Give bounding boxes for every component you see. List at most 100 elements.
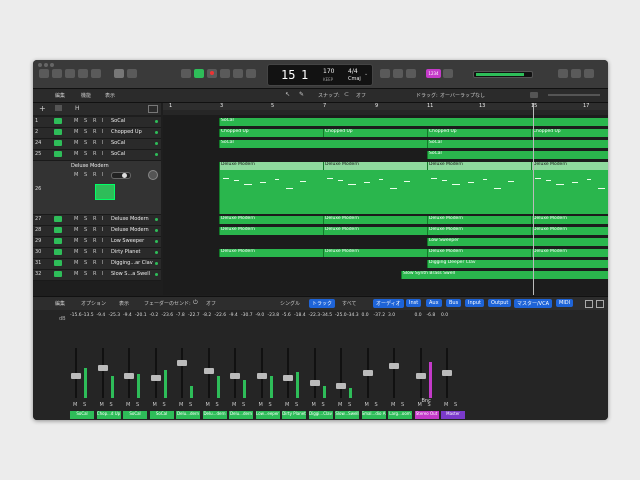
channel-strip[interactable]: -9.0 -23.8 M S Low...eeper (255, 310, 280, 420)
solo-button[interactable]: S (84, 227, 87, 233)
fader-track[interactable] (283, 348, 293, 398)
strip-solo-button[interactable]: S (163, 402, 166, 408)
fader-handle[interactable] (283, 375, 293, 381)
track-on-indicator[interactable] (155, 120, 158, 123)
fader-handle[interactable] (256, 372, 267, 379)
arrange-area[interactable]: SoCal Chopped Up Chopped Up Chopped Up C… (163, 115, 608, 295)
channel-name[interactable]: SoCal (149, 411, 174, 419)
channel-strip[interactable]: 0.0 -6.8 M S Stereo Out Bnc (414, 310, 439, 420)
mute-button[interactable]: M (74, 238, 78, 244)
pan-knob[interactable] (148, 170, 158, 180)
track-name[interactable]: SoCal (111, 118, 125, 124)
track-name[interactable]: Low Sweeper (111, 238, 144, 244)
region[interactable]: SoCal (219, 118, 608, 126)
track-header-selected[interactable]: Deluxe Modern 26 M S R I (33, 161, 161, 215)
fader-handle[interactable] (389, 362, 399, 369)
region[interactable]: Deluxe Modern (219, 216, 323, 224)
solo-button[interactable]: S (84, 118, 87, 124)
input-monitor-button[interactable]: I (102, 118, 103, 124)
snap-dropdown[interactable]: オフ (356, 92, 366, 99)
count-in-badge[interactable]: 1234 (426, 69, 441, 78)
channel-strip[interactable]: -0.2 -23.6 M S SoCal (149, 310, 174, 420)
solo-button[interactable]: S (84, 216, 87, 222)
input-monitor-button[interactable]: I (102, 260, 103, 266)
solo-button[interactable]: S (84, 271, 87, 277)
channel-strip[interactable]: -9.4 -20.1 M S SoCal (123, 310, 147, 420)
channel-strip[interactable]: 0.0 -37.2 M S Smal...dio A (361, 310, 386, 420)
filter-master-button[interactable]: マスター/VCA (514, 299, 553, 308)
fader-track[interactable] (71, 348, 81, 398)
channel-name[interactable]: Delu...dern (202, 411, 227, 419)
solo-button[interactable]: S (84, 172, 87, 178)
mixer-icon[interactable] (91, 69, 101, 78)
record-enable-button[interactable]: R (93, 151, 96, 157)
folder-icon[interactable] (55, 105, 62, 111)
strip-mute-button[interactable]: M (73, 402, 77, 408)
library-icon[interactable] (39, 69, 49, 78)
volume-slider[interactable] (111, 172, 131, 179)
zoom-dot[interactable] (50, 63, 54, 67)
strip-solo-button[interactable]: S (242, 402, 245, 408)
track-on-indicator[interactable] (155, 251, 158, 254)
browser-icon[interactable] (584, 69, 594, 78)
channel-strip[interactable]: 3.0 M S Larg...oom (388, 310, 412, 420)
region[interactable]: Chopped Up (427, 129, 531, 137)
bar-ruler[interactable]: 1 3 5 7 9 11 13 15 17 (163, 103, 608, 110)
track-name[interactable]: SoCal (111, 151, 125, 157)
record-enable-button[interactable]: R (93, 260, 96, 266)
region[interactable]: Deluxe Modern (323, 216, 427, 224)
strip-solo-button[interactable]: S (295, 402, 298, 408)
metronome-icon[interactable] (406, 69, 416, 78)
channel-strip[interactable]: -7.8 -22.7 M S Delu...dern (176, 310, 200, 420)
region[interactable]: Deluxe Modern (427, 227, 531, 235)
solo-button[interactable]: S (84, 129, 87, 135)
mute-button[interactable]: M (74, 129, 78, 135)
menu-view[interactable]: 表示 (105, 92, 115, 99)
filter-midi-button[interactable]: MIDI (556, 299, 574, 307)
strip-mute-button[interactable]: M (126, 402, 130, 408)
channel-name[interactable]: Larg...oom (388, 411, 412, 419)
record-enable-button[interactable]: R (93, 271, 96, 277)
region[interactable]: Slow Synth Brass Swell (401, 271, 608, 279)
strip-solo-button[interactable]: S (110, 402, 113, 408)
fader-handle[interactable] (230, 372, 240, 379)
filter-bus-button[interactable]: Bus (446, 299, 462, 307)
fader-track[interactable] (256, 348, 267, 398)
strip-solo-button[interactable]: S (401, 402, 404, 408)
fader-track[interactable] (230, 348, 240, 398)
stop-button[interactable] (181, 69, 191, 78)
strip-mute-button[interactable]: M (391, 402, 395, 408)
strip-mute-button[interactable]: M (153, 402, 157, 408)
replace-icon[interactable] (246, 69, 256, 78)
fader-track[interactable] (336, 348, 346, 398)
track-on-indicator[interactable] (155, 273, 158, 276)
lcd-display[interactable]: 15 1 170 KEEP 4/4 Cmaj ⌄ (267, 64, 373, 86)
channel-name[interactable]: Stereo Out (414, 411, 439, 419)
fader-handle[interactable] (124, 372, 134, 379)
record-enable-button[interactable]: R (93, 227, 96, 233)
inspector-icon[interactable] (52, 69, 62, 78)
channel-name[interactable]: Delu...dern (229, 411, 253, 419)
strip-solo-button[interactable]: S (322, 402, 325, 408)
region[interactable]: SoCal (427, 140, 608, 148)
region[interactable]: Deluxe Modern (323, 227, 427, 235)
track-header[interactable]: 30 M S R I Dirty Planet (33, 248, 161, 259)
fader-handle[interactable] (442, 370, 452, 376)
fader-handle[interactable] (336, 382, 346, 389)
mute-button[interactable]: M (74, 216, 78, 222)
fader-track[interactable] (124, 348, 134, 398)
menu-function[interactable]: 機能 (81, 92, 91, 99)
strip-solo-button[interactable]: S (189, 402, 192, 408)
track-header[interactable]: 28 M S R I Deluxe Modern (33, 226, 161, 237)
fader-track[interactable] (309, 348, 320, 398)
track-name[interactable]: Deluxe Modern (71, 163, 109, 169)
channel-strip[interactable]: 0.0 M S Master (441, 310, 465, 420)
lcd-bpm[interactable]: 170 (323, 68, 334, 75)
record-enable-button[interactable]: R (93, 249, 96, 255)
region[interactable]: Deluxe Modern (219, 227, 323, 235)
input-monitor-button[interactable]: I (102, 249, 103, 255)
notepad-icon[interactable] (558, 69, 568, 78)
strip-solo-button[interactable]: S (375, 402, 378, 408)
input-monitor-button[interactable]: I (102, 172, 103, 178)
drag-dropdown[interactable]: オーバーラップなし (440, 92, 485, 99)
